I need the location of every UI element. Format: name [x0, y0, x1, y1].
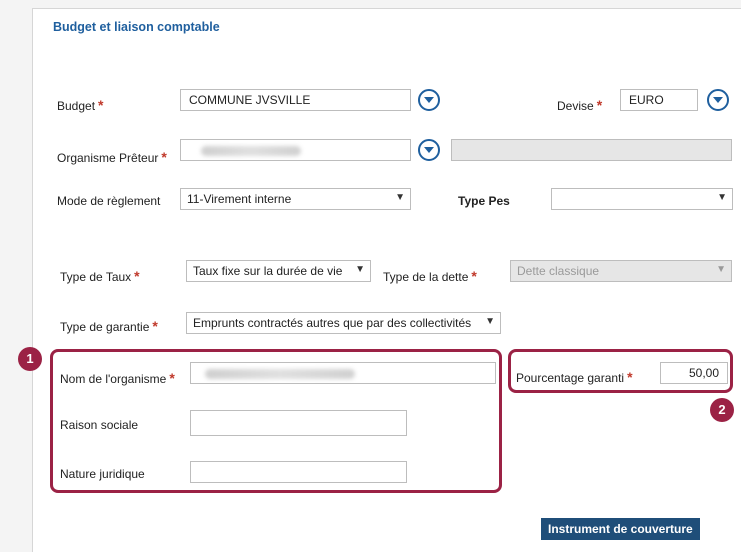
section-title: Budget et liaison comptable: [53, 20, 220, 34]
budget-label: Budget *: [57, 97, 104, 113]
pourcentage-input[interactable]: 50,00: [660, 362, 728, 384]
required-star: *: [98, 97, 104, 113]
type-garantie-select[interactable]: Emprunts contractés autres que par des c…: [186, 312, 501, 334]
nom-organisme-input[interactable]: [190, 362, 496, 384]
type-dette-label: Type de la dette *: [383, 268, 477, 284]
required-star: *: [596, 97, 603, 113]
organisme-detail-field: [451, 139, 732, 161]
organisme-preteur-input[interactable]: [180, 139, 411, 161]
type-dette-select: Dette classique ▼: [510, 260, 732, 282]
type-taux-value: Taux fixe sur la durée de vie: [193, 264, 343, 278]
nature-juridique-label: Nature juridique: [60, 467, 145, 481]
mode-reglement-value: 11-Virement interne: [187, 192, 292, 206]
instrument-couverture-button[interactable]: Instrument de couverture: [541, 518, 700, 540]
required-star: *: [161, 149, 167, 165]
chevron-down-icon: ▼: [355, 264, 365, 275]
type-pes-label: Type Pes: [458, 194, 510, 208]
type-pes-select[interactable]: ▼: [551, 188, 733, 210]
required-star: *: [152, 318, 158, 334]
chevron-down-icon: [424, 147, 434, 153]
mode-reglement-label: Mode de règlement: [57, 194, 161, 208]
nom-organisme-label: Nom de l'organisme *: [60, 370, 175, 386]
redacted-text: [205, 368, 355, 379]
devise-input[interactable]: EURO: [620, 89, 698, 111]
type-taux-label: Type de Taux *: [60, 268, 140, 284]
budget-lookup-button[interactable]: [418, 89, 440, 111]
devise-label: Devise *: [557, 97, 603, 113]
type-garantie-label: Type de garantie *: [60, 318, 158, 334]
raison-sociale-input[interactable]: [190, 410, 407, 436]
organisme-lookup-button[interactable]: [418, 139, 440, 161]
required-star: *: [471, 268, 477, 284]
redacted-text: [201, 145, 301, 156]
badge-2: 2: [710, 398, 734, 422]
required-star: *: [169, 370, 175, 386]
devise-lookup-button[interactable]: [707, 89, 729, 111]
chevron-down-icon: [424, 97, 434, 103]
chevron-down-icon: ▼: [395, 192, 405, 203]
type-taux-select[interactable]: Taux fixe sur la durée de vie ▼: [186, 260, 371, 282]
required-star: *: [627, 369, 633, 385]
budget-input[interactable]: COMMUNE JVSVILLE: [180, 89, 411, 111]
mode-reglement-select[interactable]: 11-Virement interne ▼: [180, 188, 411, 210]
type-dette-value: Dette classique: [517, 264, 600, 278]
chevron-down-icon: ▼: [485, 316, 495, 327]
badge-1: 1: [18, 347, 42, 371]
raison-sociale-label: Raison sociale: [60, 418, 139, 432]
organisme-preteur-label: Organisme Prêteur *: [57, 149, 167, 165]
chevron-down-icon: ▼: [717, 192, 727, 203]
chevron-down-icon: ▼: [716, 264, 726, 275]
type-garantie-value: Emprunts contractés autres que par des c…: [193, 316, 472, 330]
required-star: *: [134, 268, 140, 284]
chevron-down-icon: [713, 97, 723, 103]
pourcentage-label: Pourcentage garanti *: [516, 369, 633, 385]
nature-juridique-input[interactable]: [190, 461, 407, 483]
